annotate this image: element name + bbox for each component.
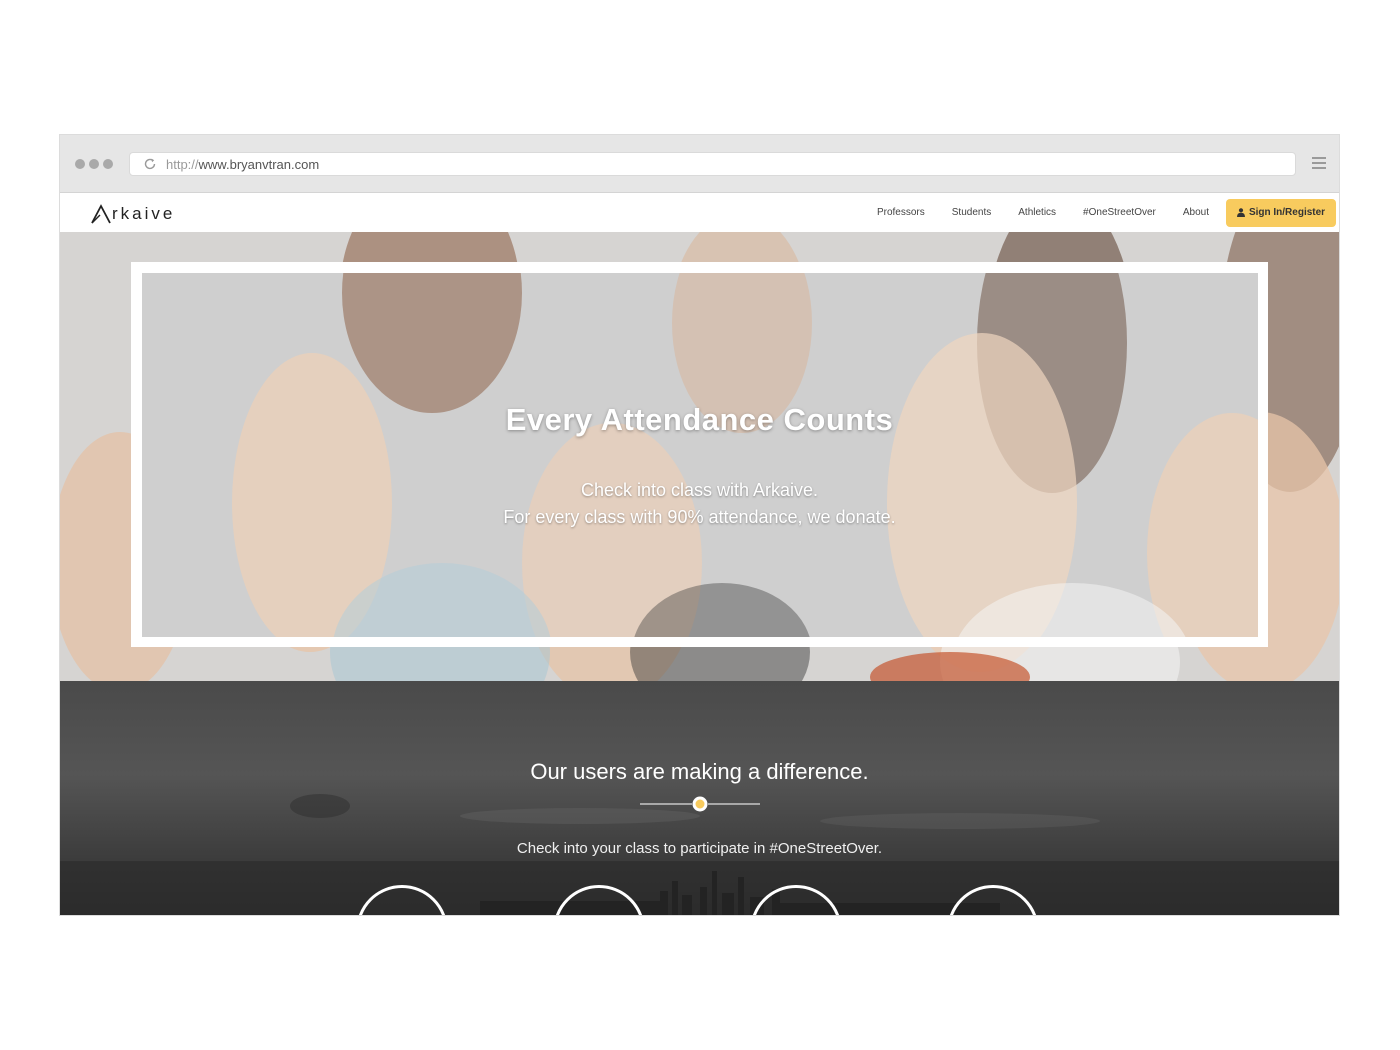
nav-link-about[interactable]: About xyxy=(1183,207,1209,218)
url-host: www.bryanvtran.com xyxy=(198,157,320,172)
impact-subtitle: Check into your class to participate in … xyxy=(516,840,883,857)
hero-subtitle-line-2: For every class with 90% attendance, we … xyxy=(503,507,896,527)
browser-window: http://www.bryanvtran.com rkaive Profess… xyxy=(60,135,1339,915)
logo-text: rkaive xyxy=(112,204,176,223)
site-logo[interactable]: rkaive xyxy=(91,200,175,224)
nav-link-onestreetover[interactable]: #OneStreetOver xyxy=(1083,207,1156,218)
hero-title: Every Attendance Counts xyxy=(505,402,894,437)
address-bar[interactable]: http://www.bryanvtran.com xyxy=(129,152,1296,176)
nav-link-athletics[interactable]: Athletics xyxy=(1018,207,1056,218)
url-scheme: http:// xyxy=(166,157,199,172)
hero-frame-inner xyxy=(142,273,1258,637)
impact-section: Our users are making a difference. Check… xyxy=(60,681,1339,915)
section-divider xyxy=(640,796,760,812)
user-icon xyxy=(1236,208,1245,217)
address-text[interactable]: http://www.bryanvtran.com xyxy=(166,157,319,172)
window-minimize-dot[interactable] xyxy=(89,159,99,169)
reload-icon[interactable] xyxy=(142,156,158,172)
hero-subtitle-line-1: Check into class with Arkaive. xyxy=(580,480,819,500)
menu-icon[interactable] xyxy=(1312,157,1326,172)
sign-in-label: Sign In/Register xyxy=(1248,207,1326,218)
window-controls xyxy=(75,159,113,169)
window-zoom-dot[interactable] xyxy=(103,159,113,169)
hero-banner: Every Attendance Counts Check into class… xyxy=(60,232,1339,681)
browser-toolbar: http://www.bryanvtran.com xyxy=(60,135,1339,193)
impact-title: Our users are making a difference. xyxy=(530,759,869,784)
sign-in-register-button[interactable]: Sign In/Register xyxy=(1226,198,1336,227)
logo-a-icon xyxy=(91,204,111,224)
site-navbar: rkaive Professors Students Athletics #On… xyxy=(60,193,1339,232)
nav-link-students[interactable]: Students xyxy=(952,207,991,218)
nav-links: Professors Students Athletics #OneStreet… xyxy=(877,193,1339,232)
nav-link-professors[interactable]: Professors xyxy=(877,207,925,218)
window-close-dot[interactable] xyxy=(75,159,85,169)
